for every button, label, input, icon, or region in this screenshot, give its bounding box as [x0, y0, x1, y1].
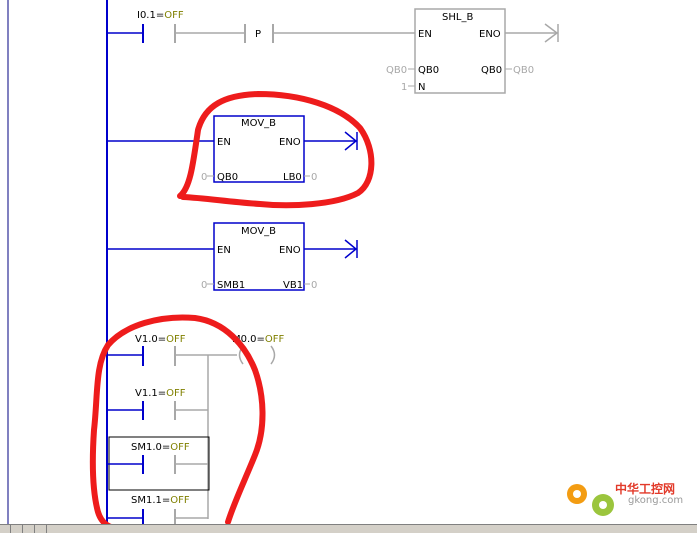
mov-b-2-in-pin: SMB1	[217, 280, 245, 291]
shl-b-n-value: 1	[401, 82, 407, 93]
mov-b-1-title: MOV_B	[241, 118, 276, 129]
shl-b-n-pin: N	[418, 82, 425, 93]
mov-b-1-in-value: 0	[201, 172, 207, 183]
mov-b-2-eno-arrow	[304, 239, 358, 259]
contact-sm1-1-label: SM1.1=OFF	[131, 495, 190, 506]
p-edge-contact[interactable]: P	[244, 24, 274, 43]
contact-sm1-1[interactable]	[142, 509, 176, 525]
contact-v1-0[interactable]	[142, 346, 176, 366]
mov-b-1-out-pin: LB0	[283, 172, 302, 183]
shl-b-en: EN	[418, 29, 432, 40]
shl-b-eno-arrow	[505, 23, 559, 43]
shl-b-out-value: QB0	[513, 65, 534, 76]
rung-parallel-contacts[interactable]: V1.0=OFF M0.0=OFF V1.1=OFF SM1.0=OFF SM1…	[107, 334, 285, 525]
gear-logo-icon	[567, 484, 614, 516]
shl-b-in-pin: QB0	[418, 65, 439, 76]
mov-b-2-eno: ENO	[279, 245, 301, 256]
ladder-canvas: I0.1=OFF P SHL_B EN ENO QB0 QB0 N QB0 1 …	[7, 0, 614, 532]
shl-b-box[interactable]: SHL_B EN ENO QB0 QB0 N	[414, 8, 506, 94]
mov-b-1-box[interactable]: MOV_B EN ENO QB0 LB0	[213, 115, 305, 183]
mov-b-2-out-pin: VB1	[283, 280, 303, 291]
mov-b-2-out-value: 0	[311, 280, 317, 291]
mov-b-1-en: EN	[217, 137, 231, 148]
contact-v1-1[interactable]	[142, 401, 176, 420]
mov-b-2-box[interactable]: MOV_B EN ENO SMB1 VB1	[213, 222, 305, 291]
contact-sm1-0-label: SM1.0=OFF	[131, 442, 190, 453]
shl-b-eno: ENO	[479, 29, 501, 40]
mov-b-1-eno-arrow	[304, 131, 358, 151]
contact-i0-1[interactable]	[142, 24, 176, 43]
rung-mov-b-2[interactable]: MOV_B EN ENO SMB1 VB1 0 0	[107, 222, 358, 291]
contact-sm1-0[interactable]	[142, 455, 176, 474]
watermark-url: gkong.com	[628, 495, 684, 506]
mov-b-1-eno: ENO	[279, 137, 301, 148]
shl-b-title: SHL_B	[442, 12, 473, 23]
shl-b-in-value: QB0	[386, 65, 407, 76]
mov-b-2-en: EN	[217, 245, 231, 256]
shl-b-out-pin: QB0	[481, 65, 502, 76]
rung-mov-b-1[interactable]: MOV_B EN ENO QB0 LB0 0 0	[107, 115, 358, 183]
contact-v1-1-label: V1.1=OFF	[135, 388, 186, 399]
mov-b-1-out-value: 0	[311, 172, 317, 183]
mov-b-1-in-pin: QB0	[217, 172, 238, 183]
contact-v1-0-label: V1.0=OFF	[135, 334, 186, 345]
p-edge-label: P	[255, 29, 261, 40]
mov-b-2-in-value: 0	[201, 280, 207, 291]
rung-shl[interactable]: I0.1=OFF P SHL_B EN ENO QB0 QB0 N QB0 1 …	[107, 8, 559, 94]
mov-b-2-title: MOV_B	[241, 226, 276, 237]
contact-i0-1-label: I0.1=OFF	[137, 10, 184, 21]
